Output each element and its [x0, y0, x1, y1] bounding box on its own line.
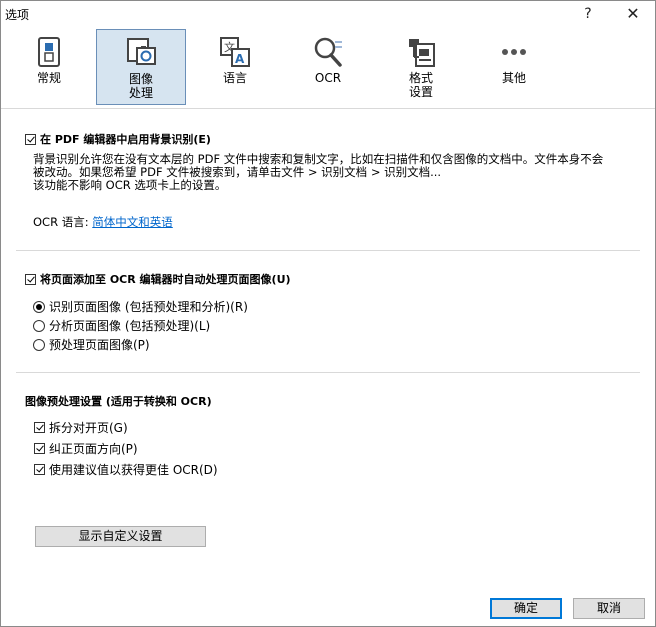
- tab-other-label: 其他: [501, 71, 526, 85]
- svg-text:A: A: [235, 52, 245, 66]
- checkbox-mark: [34, 464, 45, 475]
- section-divider-2: [16, 372, 640, 373]
- auto-process-label: 将页面添加至 OCR 编辑器时自动处理页面图像(U): [40, 273, 291, 286]
- radio-preprocess[interactable]: 预处理页面图像(P): [33, 336, 150, 353]
- auto-process-checkbox[interactable]: 将页面添加至 OCR 编辑器时自动处理页面图像(U): [25, 271, 291, 287]
- radio-recognize-label: 识别页面图像 (包括预处理和分析)(R): [49, 300, 248, 314]
- show-custom-settings-button[interactable]: 显示自定义设置: [35, 526, 206, 547]
- enable-background-ocr-label: 在 PDF 编辑器中启用背景识别(E): [40, 133, 211, 146]
- cancel-button[interactable]: 取消: [573, 598, 645, 619]
- options-dialog: 选项 ? ✕ 常规 图像 处理 文 A 语言 OCR 格式 设置 其他 在 PD…: [0, 0, 656, 627]
- enable-background-ocr-checkbox[interactable]: 在 PDF 编辑器中启用背景识别(E): [25, 131, 211, 147]
- switch-icon: [38, 37, 60, 67]
- tab-image-processing[interactable]: 图像 处理: [96, 29, 186, 105]
- ocr-magnifier-icon: [314, 37, 342, 67]
- correct-orientation-label: 纠正页面方向(P): [49, 442, 138, 456]
- correct-orientation-checkbox[interactable]: 纠正页面方向(P): [34, 440, 138, 457]
- category-toolbar: 常规 图像 处理 文 A 语言 OCR 格式 设置 其他: [1, 27, 655, 109]
- checkbox-mark: [34, 443, 45, 454]
- tab-other[interactable]: 其他: [469, 29, 559, 105]
- section-divider-1: [16, 250, 640, 251]
- tab-general[interactable]: 常规: [4, 29, 94, 105]
- help-button[interactable]: ?: [573, 3, 603, 25]
- checkbox-mark: [25, 133, 36, 145]
- radio-mark: [33, 319, 45, 332]
- radio-preprocess-label: 预处理页面图像(P): [49, 338, 150, 352]
- ocr-language-link[interactable]: 简体中文和英语: [92, 215, 173, 229]
- image-processing-panel: 在 PDF 编辑器中启用背景识别(E) 背景识别允许您在没有文本层的 PDF 文…: [1, 109, 655, 626]
- checkbox-mark: [25, 273, 36, 285]
- tab-image-processing-label: 图像 处理: [128, 72, 153, 100]
- tab-format-settings-label: 格式 设置: [408, 71, 433, 99]
- recommended-values-checkbox[interactable]: 使用建议值以获得更佳 OCR(D): [34, 461, 218, 478]
- recommended-values-label: 使用建议值以获得更佳 OCR(D): [49, 463, 218, 477]
- split-pages-label: 拆分对开页(G): [49, 421, 128, 435]
- tab-ocr[interactable]: OCR: [283, 29, 373, 105]
- more-dots-icon: [502, 49, 526, 55]
- split-pages-checkbox[interactable]: 拆分对开页(G): [34, 419, 128, 436]
- ok-button[interactable]: 确定: [490, 598, 562, 619]
- title-bar: 选项 ? ✕: [1, 1, 655, 27]
- ocr-language-row: OCR 语言: 简体中文和英语: [33, 216, 173, 229]
- radio-mark: [33, 300, 45, 313]
- tab-language[interactable]: 文 A 语言: [190, 29, 280, 105]
- description-line-3: 该功能不影响 OCR 选项卡上的设置。: [33, 178, 227, 192]
- radio-mark: [33, 338, 45, 351]
- radio-analyze-label: 分析页面图像 (包括预处理)(L): [49, 319, 211, 333]
- tab-language-label: 语言: [222, 71, 247, 85]
- tab-format-settings[interactable]: 格式 设置: [376, 29, 466, 105]
- image-processing-icon: [127, 38, 156, 65]
- format-settings-icon: [409, 39, 435, 67]
- preprocessing-section-title: 图像预处理设置 (适用于转换和 OCR): [25, 395, 212, 408]
- tab-general-label: 常规: [36, 71, 61, 85]
- radio-analyze[interactable]: 分析页面图像 (包括预处理)(L): [33, 317, 210, 334]
- tab-ocr-label: OCR: [314, 71, 342, 85]
- language-icon: 文 A: [220, 37, 250, 67]
- close-button[interactable]: ✕: [618, 3, 648, 25]
- ocr-language-label: OCR 语言:: [33, 215, 89, 229]
- checkbox-mark: [34, 422, 45, 433]
- window-title: 选项: [5, 8, 30, 22]
- radio-recognize[interactable]: 识别页面图像 (包括预处理和分析)(R): [33, 298, 248, 315]
